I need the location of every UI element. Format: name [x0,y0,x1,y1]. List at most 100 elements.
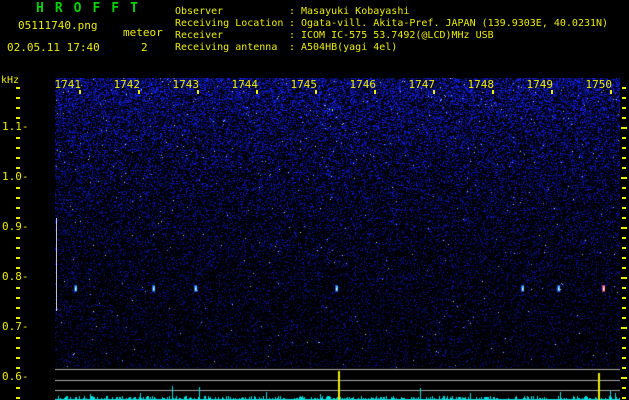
y-axis-tick [16,387,20,389]
y-axis-tick-right [622,207,626,209]
y-axis-tick-right [622,297,626,299]
y-axis-tick-right [622,187,626,189]
info-colon: : [289,18,296,29]
y-axis-tick-right [622,307,626,309]
time-tick [197,90,199,94]
time-tick [79,90,81,94]
y-axis-tick-right [622,257,626,259]
y-axis-tick-right [621,377,627,379]
y-axis-tick [16,317,20,319]
mode-label: meteor [123,26,163,39]
info-value: Masayuki Kobayashi [301,6,410,17]
y-axis-tick [16,117,20,119]
y-axis-tick [16,267,20,269]
y-axis-tick [16,297,20,299]
y-axis-label: 0.9- [2,220,29,233]
y-axis-tick-right [622,137,626,139]
info-value: A504HB(yagi 4el) [301,42,398,53]
time-tick [315,90,317,94]
info-value: ICOM IC-575 53.7492(@LCD)MHz USB [301,30,494,41]
y-axis-tick [16,357,20,359]
y-axis-label: 1.1- [2,120,29,133]
time-tick [610,90,612,94]
y-axis-tick [16,197,20,199]
hrofft-output-image: HROFFT 05111740.png meteor 02.05.11 17:4… [0,0,629,400]
time-label: 1749 [526,78,554,91]
time-label: 1747 [408,78,436,91]
y-axis-tick-right [622,117,626,119]
time-label: 1743 [172,78,200,91]
y-axis-tick [16,187,20,189]
calibration-line [56,218,57,311]
spectrogram-canvas [55,78,620,400]
y-axis-tick-right [621,327,627,329]
time-tick [433,90,435,94]
time-label: 1748 [467,78,495,91]
y-axis-tick-right [622,167,626,169]
app-title: HROFFT [36,1,149,16]
time-label: 1746 [349,78,377,91]
y-axis-tick-right [621,227,627,229]
y-axis-tick-right [621,127,627,129]
info-row: Observer: Masayuki Kobayashi [175,6,608,18]
y-axis-label: 1.0- [2,170,29,183]
time-label: 1741 [54,78,82,91]
y-axis-tick [16,287,20,289]
info-colon: : [289,30,296,41]
y-axis-tick [16,87,20,89]
y-axis-tick [16,147,20,149]
y-axis-tick-right [622,357,626,359]
y-axis-tick-right [622,337,626,339]
time-label: 1742 [113,78,141,91]
y-axis-label: 0.6- [2,370,29,383]
y-axis-tick-right [622,387,626,389]
y-axis-tick [16,107,20,109]
info-row: Receiving Location: Ogata-vill. Akita-Pre… [175,18,608,30]
time-label: 1744 [231,78,259,91]
meteor-count: 2 [141,41,148,54]
info-label: Receiving antenna [175,42,278,53]
y-axis-tick-right [622,237,626,239]
y-axis-tick [16,237,20,239]
info-label: Observer [175,6,224,17]
y-axis-tick [16,337,20,339]
y-axis-tick [16,217,20,219]
y-axis-tick [16,157,20,159]
info-label: Receiver [175,30,224,41]
y-axis-tick-right [622,347,626,349]
info-row: Receiving antenna: A504HB(yagi 4el) [175,42,608,54]
y-axis-label: 0.8- [2,270,29,283]
y-axis-tick-right [622,247,626,249]
y-axis-label: 0.7- [2,320,29,333]
y-axis-tick [16,307,20,309]
time-label: 1745 [290,78,318,91]
info-colon: : [289,42,296,53]
y-axis-tick [16,397,20,399]
y-axis-tick-right [622,107,626,109]
y-axis-tick-right [622,87,626,89]
station-info-block: Observer: Masayuki Kobayashi Receiving Loc… [175,6,608,54]
y-axis-tick-right [622,367,626,369]
time-tick [492,90,494,94]
y-axis-tick-right [622,397,626,399]
y-axis-unit-label: kHz [1,75,20,86]
observation-datetime: 02.05.11 17:40 [7,41,100,54]
output-filename: 05111740.png [18,19,98,32]
time-tick [551,90,553,94]
time-tick [374,90,376,94]
info-label: Receiving Location [175,18,284,29]
y-axis-tick-right [622,267,626,269]
y-axis-tick [16,247,20,249]
y-axis-tick [16,257,20,259]
y-axis-tick [16,97,20,99]
info-row: Receiver: ICOM IC-575 53.7492(@LCD)MHz US… [175,30,608,42]
y-axis-tick [16,367,20,369]
y-axis-tick-right [621,177,627,179]
y-axis-tick [16,167,20,169]
y-axis-tick-right [622,147,626,149]
y-axis-tick [16,137,20,139]
y-axis-tick [16,207,20,209]
y-axis-tick-right [622,317,626,319]
y-axis-tick-right [621,277,627,279]
y-axis-tick-right [622,217,626,219]
